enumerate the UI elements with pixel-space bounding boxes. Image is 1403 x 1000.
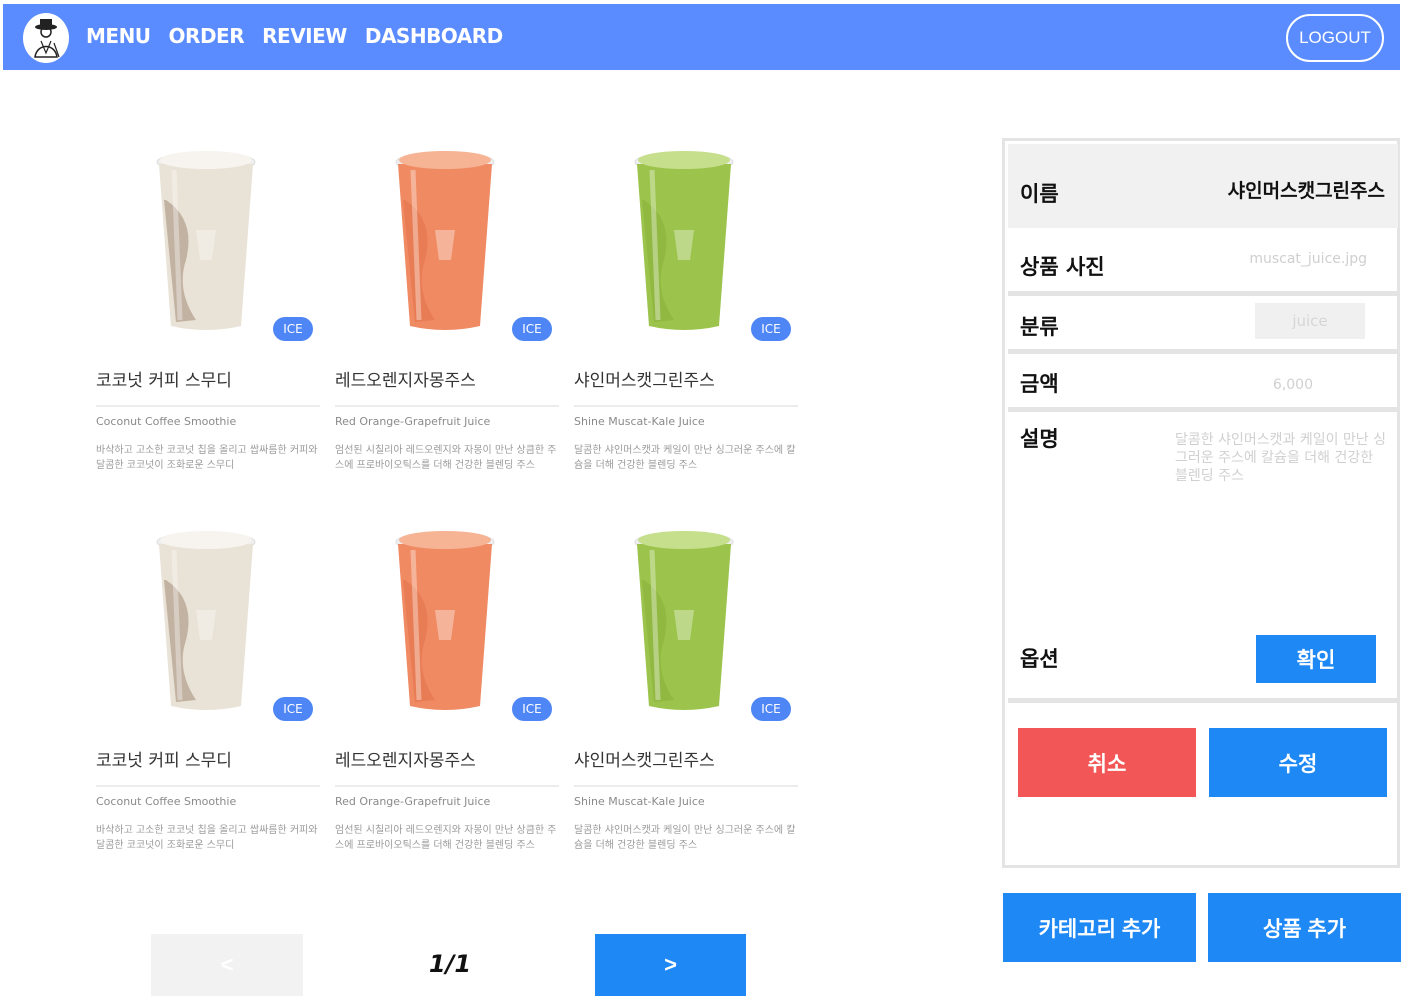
main-nav: MENU ORDER REVIEW DASHBOARD — [86, 24, 503, 48]
product-description: 바삭하고 고소한 코코넛 칩을 올리고 쌉싸름한 커피와 달콤한 코코넛이 조화… — [96, 445, 318, 471]
nav-dashboard[interactable]: DASHBOARD — [365, 24, 503, 48]
name-value[interactable]: 샤인머스캣그린주스 — [1228, 176, 1385, 203]
product-name: 샤인머스캣그린주스 — [574, 371, 715, 391]
price-input[interactable]: 6,000 — [1273, 377, 1313, 393]
next-page-button[interactable]: > — [595, 934, 746, 996]
divider — [96, 785, 320, 787]
product-name: 레드오렌지자몽주스 — [335, 371, 476, 391]
ice-badge: ICE — [273, 697, 313, 721]
product-name: 코코넛 커피 스무디 — [96, 371, 232, 391]
product-card[interactable]: ICE 레드오렌지자몽주스 Red Orange-Grapefruit Juic… — [335, 520, 561, 860]
nav-menu[interactable]: MENU — [86, 24, 151, 48]
ice-badge: ICE — [512, 317, 552, 341]
product-english-name: Shine Muscat-Kale Juice — [574, 415, 705, 428]
option-confirm-button[interactable]: 확인 — [1256, 635, 1376, 683]
divider — [574, 785, 798, 787]
product-english-name: Coconut Coffee Smoothie — [96, 415, 237, 428]
divider — [1008, 407, 1398, 412]
divider — [335, 785, 559, 787]
product-card[interactable]: ICE 코코넛 커피 스무디 Coconut Coffee Smoothie 바… — [96, 140, 322, 480]
ice-badge: ICE — [751, 697, 791, 721]
divider — [574, 405, 798, 407]
prev-page-button[interactable]: < — [151, 934, 303, 996]
product-description: 달콤한 샤인머스캣과 케일이 만난 싱그러운 주스에 칼슘을 더해 건강한 블렌… — [574, 825, 796, 851]
page-indicator: 1/1 — [428, 950, 472, 978]
product-description: 엄선된 시칠리아 레드오렌지와 자몽이 만난 상큼한 주스에 프로바이오틱스를 … — [335, 445, 557, 471]
add-product-button[interactable]: 상품 추가 — [1208, 893, 1401, 962]
product-english-name: Shine Muscat-Kale Juice — [574, 795, 705, 808]
product-detail-panel: 이름 샤인머스캣그린주스 상품 사진 muscat_juice.jpg 분류 j… — [1002, 138, 1400, 868]
nav-order[interactable]: ORDER — [169, 24, 245, 48]
add-category-button[interactable]: 카테고리 추가 — [1003, 893, 1196, 962]
product-description: 엄선된 시칠리아 레드오렌지와 자몽이 만난 상큼한 주스에 프로바이오틱스를 … — [335, 825, 557, 851]
photo-file-field[interactable]: muscat_juice.jpg — [1249, 251, 1367, 267]
person-in-hat-logo-icon[interactable] — [23, 13, 69, 63]
ice-badge: ICE — [512, 697, 552, 721]
red-orange-grapefruit-juice-cup-icon — [395, 151, 495, 330]
red-orange-grapefruit-juice-cup-icon — [395, 531, 495, 710]
description-textarea[interactable]: 달콤한 샤인머스캣과 케일이 만난 싱그러운 주스에 칼슘을 더해 건강한 블렌… — [1175, 431, 1390, 485]
ice-badge: ICE — [273, 317, 313, 341]
logout-button[interactable]: LOGOUT — [1286, 14, 1384, 62]
product-card[interactable]: ICE 레드오렌지자몽주스 Red Orange-Grapefruit Juic… — [335, 140, 561, 480]
shine-muscat-kale-juice-cup-icon — [634, 151, 734, 330]
coconut-coffee-smoothie-cup-icon — [156, 151, 256, 330]
nav-review[interactable]: REVIEW — [262, 24, 347, 48]
product-description: 달콤한 샤인머스캣과 케일이 만난 싱그러운 주스에 칼슘을 더해 건강한 블렌… — [574, 445, 796, 471]
name-label: 이름 — [1020, 182, 1059, 206]
price-label: 금액 — [1020, 372, 1059, 396]
edit-button[interactable]: 수정 — [1209, 728, 1387, 797]
category-select[interactable]: juice — [1255, 303, 1365, 339]
divider — [96, 405, 320, 407]
product-english-name: Coconut Coffee Smoothie — [96, 795, 237, 808]
product-card[interactable]: ICE 코코넛 커피 스무디 Coconut Coffee Smoothie 바… — [96, 520, 322, 860]
divider — [335, 405, 559, 407]
category-label: 분류 — [1020, 315, 1059, 339]
cancel-button[interactable]: 취소 — [1018, 728, 1196, 797]
product-name: 레드오렌지자몽주스 — [335, 751, 476, 771]
divider — [1008, 291, 1398, 296]
shine-muscat-kale-juice-cup-icon — [634, 531, 734, 710]
product-name: 코코넛 커피 스무디 — [96, 751, 232, 771]
product-english-name: Red Orange-Grapefruit Juice — [335, 795, 491, 808]
product-card[interactable]: ICE 샤인머스캣그린주스 Shine Muscat-Kale Juice 달콤… — [574, 140, 800, 480]
photo-label: 상품 사진 — [1020, 255, 1105, 279]
product-card[interactable]: ICE 샤인머스캣그린주스 Shine Muscat-Kale Juice 달콤… — [574, 520, 800, 860]
top-navbar: MENU ORDER REVIEW DASHBOARD LOGOUT — [3, 4, 1400, 70]
divider — [1008, 698, 1398, 703]
product-description: 바삭하고 고소한 코코넛 칩을 올리고 쌉싸름한 커피와 달콤한 코코넛이 조화… — [96, 825, 318, 851]
product-english-name: Red Orange-Grapefruit Juice — [335, 415, 491, 428]
product-name: 샤인머스캣그린주스 — [574, 751, 715, 771]
divider — [1008, 349, 1398, 354]
coconut-coffee-smoothie-cup-icon — [156, 531, 256, 710]
description-label: 설명 — [1020, 427, 1059, 451]
ice-badge: ICE — [751, 317, 791, 341]
option-label: 옵션 — [1020, 647, 1059, 671]
